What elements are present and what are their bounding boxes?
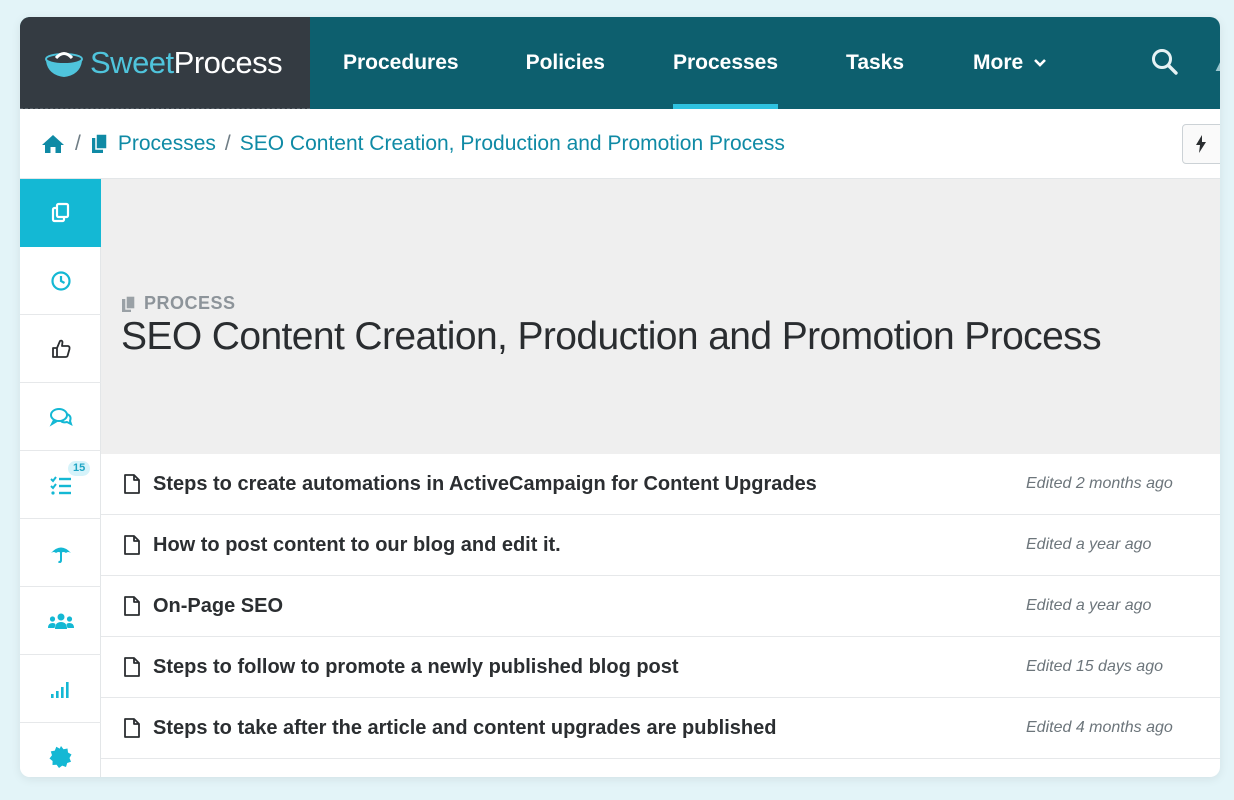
- app-window: SweetProcess Procedures Policies Process…: [20, 17, 1220, 777]
- breadcrumb-current[interactable]: SEO Content Creation, Production and Pro…: [240, 132, 785, 156]
- sidebar-item-tasks[interactable]: 15: [20, 451, 101, 519]
- list-item[interactable]: On-Page SEO Edited a year ago: [101, 576, 1220, 637]
- procedure-edited: Edited 15 days ago: [1026, 658, 1163, 675]
- process-type-label: PROCESS: [121, 293, 236, 314]
- logo[interactable]: SweetProcess: [20, 17, 310, 109]
- nav-processes[interactable]: Processes: [672, 17, 779, 109]
- copy-icon: [91, 132, 108, 153]
- umbrella-icon: [50, 547, 71, 563]
- procedure-title[interactable]: Steps to follow to promote a newly publi…: [153, 656, 679, 679]
- list-item[interactable]: Steps to create automations in ActiveCam…: [101, 454, 1220, 515]
- thumbs-up-icon: [51, 339, 70, 358]
- procedure-title[interactable]: Steps to take after the article and cont…: [153, 717, 776, 740]
- quick-action-button[interactable]: [1182, 124, 1220, 164]
- sidebar-item-reports[interactable]: [20, 655, 101, 723]
- sidebar-item-history[interactable]: [20, 247, 101, 315]
- procedure-edited: Edited 2 months ago: [1026, 475, 1173, 492]
- sidebar-item-team[interactable]: [20, 587, 101, 655]
- sidebar-item-approvals[interactable]: [20, 315, 101, 383]
- list-item[interactable]: Steps to follow to promote a newly publi…: [101, 637, 1220, 698]
- badge-icon: [49, 745, 71, 768]
- process-header: PROCESS SEO Content Creation, Production…: [101, 179, 1220, 454]
- breadcrumb-separator: /: [224, 131, 231, 155]
- clock-icon: [50, 270, 71, 291]
- user-menu-icon[interactable]: ▲: [1212, 55, 1220, 76]
- file-icon: [124, 596, 140, 616]
- procedure-title[interactable]: How to post content to our blog and edit…: [153, 534, 561, 557]
- procedure-edited: Edited a year ago: [1026, 536, 1152, 553]
- tasks-count-badge: 15: [68, 461, 91, 476]
- logo-text-process: Process: [173, 45, 283, 80]
- page-title: SEO Content Creation, Production and Pro…: [121, 315, 1102, 358]
- nav-procedures[interactable]: Procedures: [343, 17, 459, 109]
- signal-icon: [50, 681, 69, 698]
- sidebar-item-policies[interactable]: [20, 519, 101, 587]
- sidebar: 15: [20, 179, 101, 777]
- breadcrumb: / Processes / SEO Content Creation, Prod…: [20, 109, 1220, 179]
- search-icon[interactable]: [1150, 47, 1180, 77]
- list-item[interactable]: How to post content to our blog and edit…: [101, 515, 1220, 576]
- procedure-title[interactable]: Steps to create automations in ActiveCam…: [153, 473, 817, 496]
- users-icon: [47, 613, 74, 629]
- breadcrumb-separator: /: [75, 131, 81, 155]
- nav-tasks[interactable]: Tasks: [846, 17, 904, 109]
- file-icon: [124, 474, 140, 494]
- breadcrumb-processes-link[interactable]: Processes: [118, 132, 216, 156]
- nav-items: Procedures Policies Processes Tasks More: [310, 17, 1047, 109]
- procedure-list: Steps to create automations in ActiveCam…: [101, 454, 1220, 759]
- comments-icon: [49, 407, 73, 427]
- nav-more-label: More: [973, 51, 1024, 74]
- logo-text: SweetProcess: [90, 45, 283, 80]
- copy-icon: [51, 202, 69, 222]
- chevron-down-icon: [1034, 59, 1047, 67]
- sidebar-item-processes[interactable]: [20, 179, 101, 247]
- tasks-icon: [49, 475, 71, 495]
- sidebar-item-comments[interactable]: [20, 383, 101, 451]
- home-icon[interactable]: [40, 133, 66, 155]
- sweetprocess-logo-icon: [45, 51, 83, 77]
- logo-text-sweet: Sweet: [90, 45, 174, 80]
- nav-more[interactable]: More: [973, 17, 1047, 109]
- bolt-icon: [1196, 135, 1206, 153]
- file-icon: [124, 657, 140, 677]
- procedure-edited: Edited 4 months ago: [1026, 719, 1173, 736]
- sidebar-item-more[interactable]: [20, 723, 101, 777]
- procedure-edited: Edited a year ago: [1026, 597, 1152, 614]
- copy-icon: [122, 294, 136, 312]
- nav-policies[interactable]: Policies: [526, 17, 605, 109]
- list-item[interactable]: Steps to take after the article and cont…: [101, 698, 1220, 759]
- file-icon: [124, 718, 140, 738]
- top-nav: SweetProcess Procedures Policies Process…: [20, 17, 1220, 109]
- process-type-text: PROCESS: [144, 293, 236, 313]
- file-icon: [124, 535, 140, 555]
- procedure-title[interactable]: On-Page SEO: [153, 595, 283, 618]
